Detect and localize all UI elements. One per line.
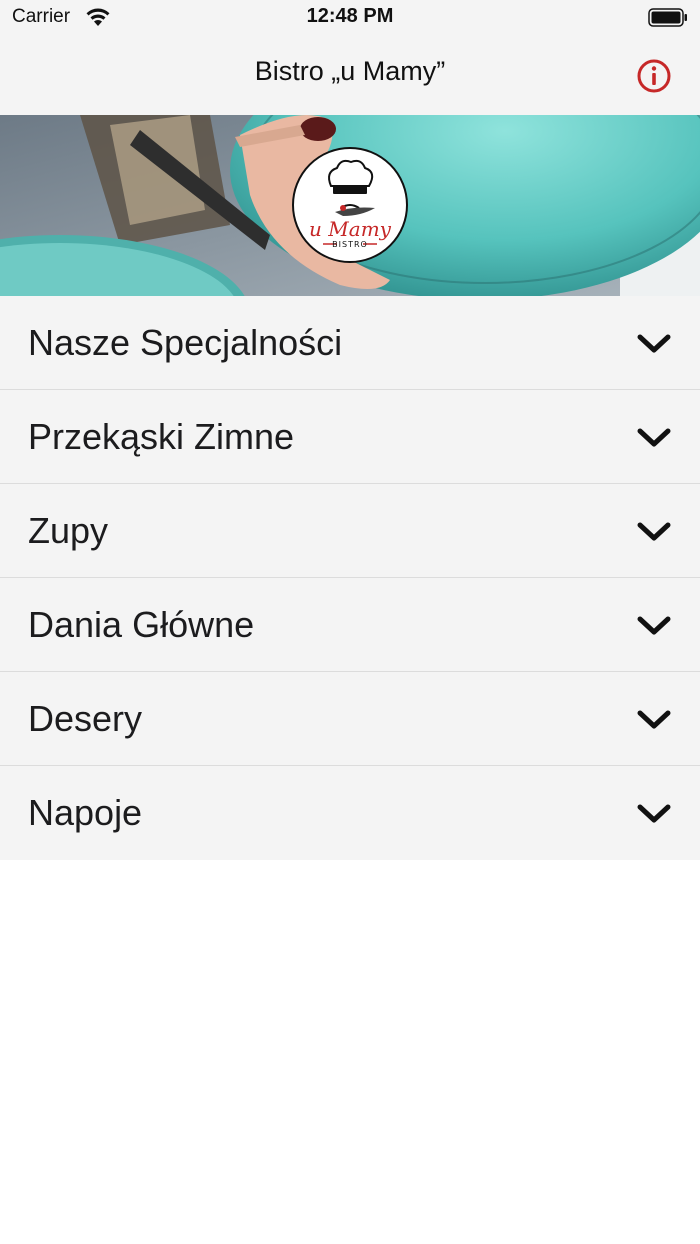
menu-category-list: Nasze Specjalności Przekąski Zimne Zupy … [0,296,700,860]
status-time: 12:48 PM [306,5,394,27]
menu-item-zupy[interactable]: Zupy [0,484,700,578]
menu-item-label: Dania Główne [28,604,255,645]
chevron-down-icon [637,428,671,447]
menu-item-przekaski-zimne[interactable]: Przekąski Zimne [0,390,700,484]
chevron-down-icon [637,616,671,635]
page-title: Bistro „u Mamy” [254,56,446,86]
menu-item-label: Nasze Specjalności [28,322,343,363]
chevron-down-icon [637,334,671,353]
battery-icon [648,8,687,27]
menu-item-nasze-specjalnosci[interactable]: Nasze Specjalności [0,296,700,390]
menu-item-desery[interactable]: Desery [0,672,700,766]
bistro-logo: u Mamy BISTRO [292,147,408,263]
chevron-down-icon [637,522,671,541]
logo-text: u Mamy [309,217,392,241]
menu-item-napoje[interactable]: Napoje [0,766,700,860]
menu-item-label: Desery [28,698,143,739]
chevron-down-icon [637,804,671,823]
menu-item-label: Przekąski Zimne [28,416,295,457]
navigation-bar: Bistro „u Mamy” [0,34,700,115]
info-icon[interactable] [636,58,672,94]
menu-item-dania-glowne[interactable]: Dania Główne [0,578,700,672]
status-bar: Carrier 12:48 PM [0,0,700,34]
chevron-down-icon [637,710,671,729]
logo-subtext: BISTRO [332,240,368,249]
menu-item-label: Zupy [28,510,109,551]
menu-item-label: Napoje [28,792,143,833]
